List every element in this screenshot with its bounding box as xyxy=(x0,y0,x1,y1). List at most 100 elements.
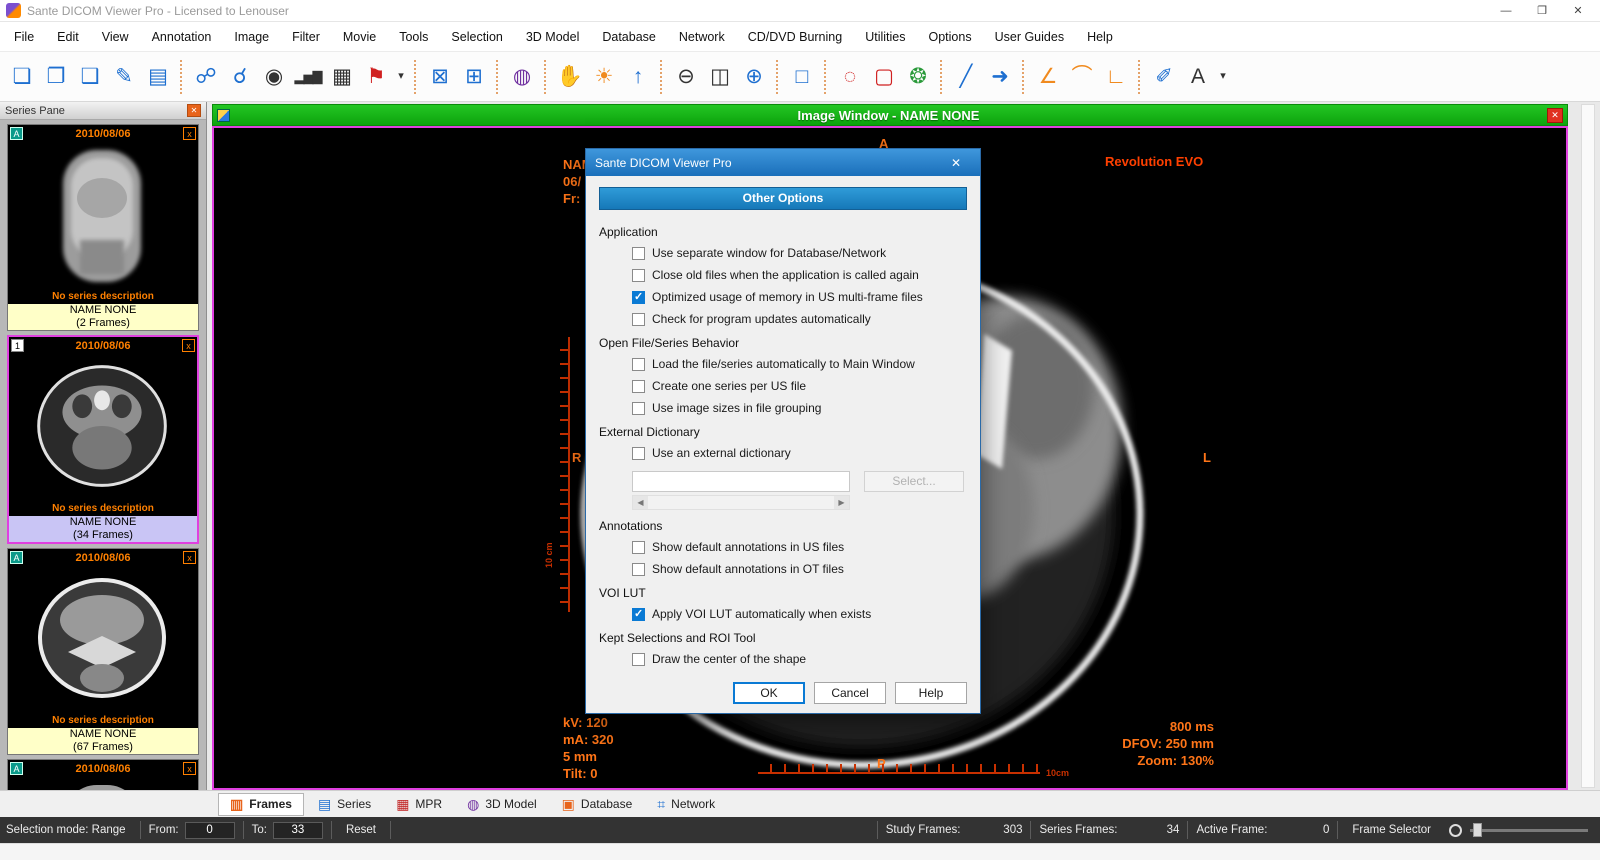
checkbox[interactable] xyxy=(632,653,645,666)
image-window-titlebar[interactable]: Image Window - NAME NONE ✕ xyxy=(212,104,1568,126)
menu-edit[interactable]: Edit xyxy=(57,30,79,44)
close-button[interactable]: ✕ xyxy=(1560,0,1596,21)
menu-selection[interactable]: Selection xyxy=(451,30,502,44)
ok-button[interactable]: OK xyxy=(733,682,805,704)
checkbox[interactable] xyxy=(632,269,645,282)
eye-icon[interactable]: ◉ xyxy=(258,58,290,96)
zoom-out-icon[interactable]: ⊖ xyxy=(670,58,702,96)
option-label[interactable]: Create one series per US file xyxy=(652,379,806,393)
arrow-tool-icon[interactable]: ➜ xyxy=(984,58,1016,96)
copy-file-icon[interactable]: ❑ xyxy=(74,58,106,96)
option-label[interactable]: Use separate window for Database/Network xyxy=(652,246,886,260)
marker-tool-icon[interactable]: ✐ xyxy=(1148,58,1180,96)
option-label[interactable]: Draw the center of the shape xyxy=(652,652,806,666)
series-close-icon[interactable]: x xyxy=(183,551,196,564)
to-value-box[interactable]: 33 xyxy=(273,822,323,839)
scroll-right-icon[interactable]: ▶ xyxy=(834,496,849,509)
image-frame-icon[interactable]: ▦ xyxy=(326,58,358,96)
menu-file[interactable]: File xyxy=(14,30,34,44)
option-row[interactable]: Create one series per US file xyxy=(632,379,967,393)
option-label[interactable]: Optimized usage of memory in US multi-fr… xyxy=(652,290,923,304)
checkbox[interactable] xyxy=(632,402,645,415)
series-close-icon[interactable]: x xyxy=(183,127,196,140)
tab-frames[interactable]: ▥ Frames xyxy=(218,793,304,816)
move-tool-icon[interactable]: ↑ xyxy=(622,58,654,96)
dialog-close-icon[interactable]: ✕ xyxy=(941,149,971,176)
help-button[interactable]: Help xyxy=(895,682,967,704)
dictionary-select-button[interactable]: Select... xyxy=(864,471,964,492)
menu-movie[interactable]: Movie xyxy=(343,30,376,44)
menu-view[interactable]: View xyxy=(102,30,129,44)
option-row[interactable]: Use image sizes in file grouping xyxy=(632,401,967,415)
series-close-icon[interactable]: x xyxy=(182,339,195,352)
corner-ruler-icon[interactable]: ∟ xyxy=(1100,58,1132,96)
menu-network[interactable]: Network xyxy=(679,30,725,44)
menu-database[interactable]: Database xyxy=(602,30,656,44)
text-tool-icon[interactable]: A xyxy=(1182,58,1214,96)
option-label[interactable]: Use image sizes in file grouping xyxy=(652,401,821,415)
pin-sort-icon[interactable]: ⚑ xyxy=(360,58,392,96)
menu-3d-model[interactable]: 3D Model xyxy=(526,30,580,44)
tab-mpr[interactable]: ▦ MPR xyxy=(385,793,453,816)
option-row[interactable]: Show default annotations in US files xyxy=(632,540,967,554)
series-thumbnail[interactable]: A 2010/08/06 x No series description NAM… xyxy=(7,124,199,331)
option-row[interactable]: Optimized usage of memory in US multi-fr… xyxy=(632,290,967,304)
frame-selector-slider[interactable] xyxy=(1470,822,1588,838)
pin-sort-dropdown-icon[interactable]: ▾ xyxy=(394,58,408,96)
open-file-icon[interactable]: ❐ xyxy=(40,58,72,96)
option-label[interactable]: Apply VOI LUT automatically when exists xyxy=(652,607,871,621)
ct-thumbnail-image[interactable] xyxy=(9,354,197,502)
checkbox[interactable] xyxy=(632,313,645,326)
option-row[interactable]: Use separate window for Database/Network xyxy=(632,246,967,260)
more-tools-dropdown-icon[interactable]: ▾ xyxy=(1216,58,1230,96)
option-row[interactable]: Use an external dictionary xyxy=(632,446,967,460)
checkbox[interactable] xyxy=(632,247,645,260)
tab-database[interactable]: ▣ Database xyxy=(551,793,644,816)
checkbox[interactable] xyxy=(632,541,645,554)
cancel-button[interactable]: Cancel xyxy=(814,682,886,704)
series-pane-close-icon[interactable]: ✕ xyxy=(187,104,201,117)
option-row[interactable]: Draw the center of the shape xyxy=(632,652,967,666)
other-options-header[interactable]: Other Options xyxy=(599,187,967,210)
pan-hand-icon[interactable]: ✋ xyxy=(554,58,586,96)
link-icon[interactable]: ☍ xyxy=(190,58,222,96)
menu-user-guides[interactable]: User Guides xyxy=(995,30,1064,44)
checkbox[interactable] xyxy=(632,447,645,460)
option-row[interactable]: Check for program updates automatically xyxy=(632,312,967,326)
series-thumbnail[interactable]: A 2010/08/06 x xyxy=(7,759,199,790)
option-label[interactable]: Show default annotations in OT files xyxy=(652,562,844,576)
option-label[interactable]: Check for program updates automatically xyxy=(652,312,871,326)
unlink-icon[interactable]: ☌ xyxy=(224,58,256,96)
menu-filter[interactable]: Filter xyxy=(292,30,320,44)
menu-help[interactable]: Help xyxy=(1087,30,1113,44)
ct-thumbnail-image[interactable] xyxy=(8,777,198,790)
palette-icon[interactable]: ❂ xyxy=(902,58,934,96)
rect-roi-icon[interactable]: ▢ xyxy=(868,58,900,96)
menu-tools[interactable]: Tools xyxy=(399,30,428,44)
fit-window-icon[interactable]: ⊠ xyxy=(424,58,456,96)
frame-selector-knob-icon[interactable] xyxy=(1449,824,1462,837)
option-label[interactable]: Show default annotations in US files xyxy=(652,540,844,554)
option-label[interactable]: Close old files when the application is … xyxy=(652,268,919,282)
series-thumbnail[interactable]: A 2010/08/06 x No series description NAM… xyxy=(7,548,199,755)
ellipse-roi-icon[interactable]: ◌ xyxy=(834,58,866,96)
minimize-button[interactable]: — xyxy=(1488,0,1524,21)
checkbox[interactable] xyxy=(632,608,645,621)
brightness-icon[interactable]: ☀ xyxy=(588,58,620,96)
line-tool-icon[interactable]: ╱ xyxy=(950,58,982,96)
dictionary-path-scrollbar[interactable]: ◀ ▶ xyxy=(632,495,850,510)
sphere-3d-icon[interactable]: ◍ xyxy=(506,58,538,96)
slider-thumb[interactable] xyxy=(1473,823,1482,837)
rect-select-icon[interactable]: □ xyxy=(786,58,818,96)
edit-file-icon[interactable]: ✎ xyxy=(108,58,140,96)
paste-icon[interactable]: ▤ xyxy=(142,58,174,96)
option-row[interactable]: Load the file/series automatically to Ma… xyxy=(632,357,967,371)
series-close-icon[interactable]: x xyxy=(183,762,196,775)
series-thumbnail[interactable]: 1 2010/08/06 x No series description NAM… xyxy=(7,335,199,544)
zoom-image-icon[interactable]: ◫ xyxy=(704,58,736,96)
reset-button[interactable]: Reset xyxy=(340,824,382,836)
option-label[interactable]: Load the file/series automatically to Ma… xyxy=(652,357,915,371)
image-window-close-icon[interactable]: ✕ xyxy=(1547,108,1563,123)
checkbox[interactable] xyxy=(632,358,645,371)
menu-utilities[interactable]: Utilities xyxy=(865,30,905,44)
